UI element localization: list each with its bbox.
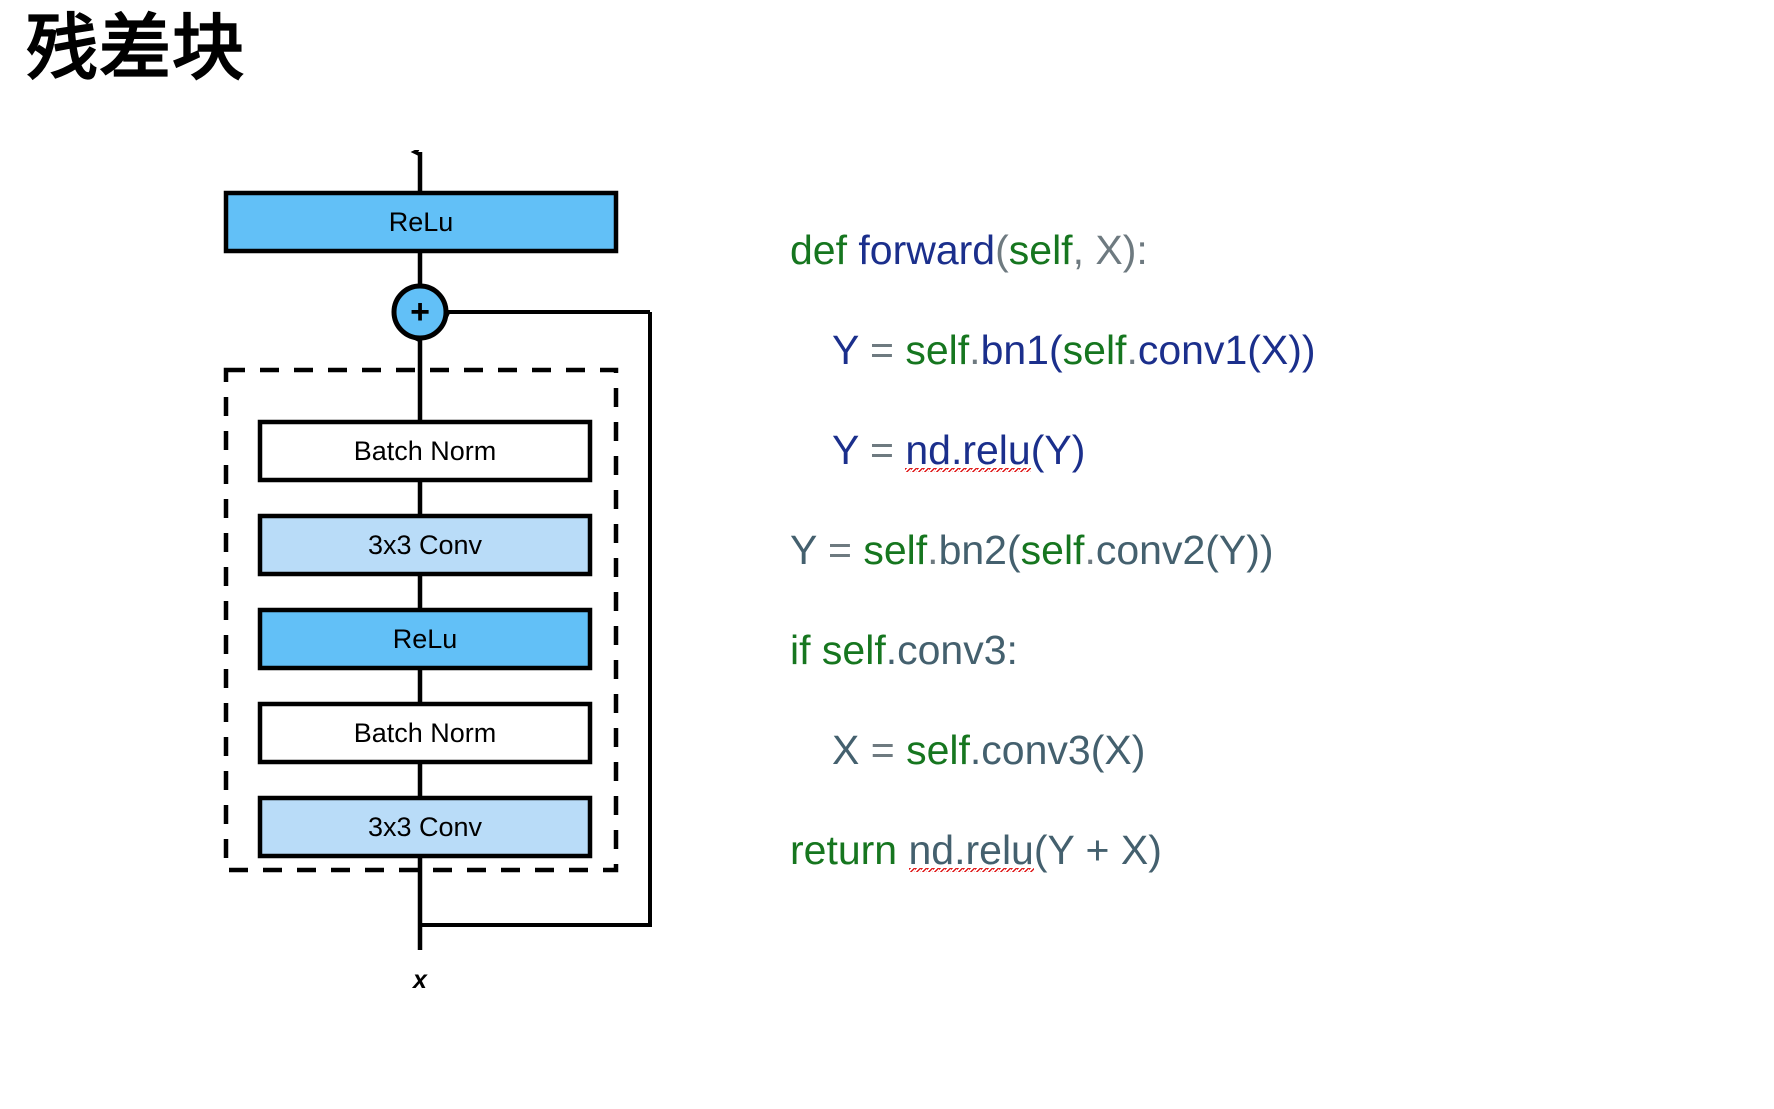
code-token-misspelled: nd.relu xyxy=(908,827,1034,876)
block-relu-mid-label: ReLu xyxy=(393,624,458,654)
code-token: . xyxy=(927,527,939,573)
code-token: self xyxy=(863,527,928,573)
input-label: x xyxy=(411,966,428,994)
code-token: self xyxy=(905,327,970,373)
block-conv-1-label: 3x3 Conv xyxy=(368,812,483,842)
code-token: self xyxy=(821,627,886,673)
code-token: .conv3(X) xyxy=(969,727,1146,773)
block-batchnorm-1-label: Batch Norm xyxy=(354,718,497,748)
code-token: conv2 xyxy=(1095,527,1206,573)
page-title: 残差块 xyxy=(26,9,246,89)
code-token: = xyxy=(858,327,906,373)
code-token: . xyxy=(969,327,981,373)
code-token: self xyxy=(1062,327,1127,373)
code-token: ): xyxy=(1122,227,1148,273)
code-token: = xyxy=(859,727,907,773)
block-relu-out-label: ReLu xyxy=(389,207,454,237)
code-token: self xyxy=(1020,527,1085,573)
forward-method-code: def forward(self, X): Y = self.bn1(self.c… xyxy=(790,200,1730,900)
code-token: bn2 xyxy=(938,527,1007,573)
code-token: . xyxy=(1126,327,1138,373)
code-token: .conv3: xyxy=(885,627,1018,673)
code-token: = xyxy=(858,427,906,473)
code-line: return nd.relu(Y + X) xyxy=(790,800,1730,900)
code-token: (Y)) xyxy=(1205,527,1274,573)
code-token: (Y) xyxy=(1030,427,1086,473)
residual-block-diagram: ReLu + Batch Norm 3x3 Conv ReLu Batch No… xyxy=(180,150,740,1010)
code-token: self xyxy=(906,727,970,773)
code-token: Y xyxy=(790,527,817,573)
code-token: X xyxy=(1095,227,1123,273)
code-line: if self.conv3: xyxy=(790,600,1730,700)
code-token: ( xyxy=(1006,527,1021,573)
code-line: Y = nd.relu(Y) xyxy=(790,400,1730,500)
code-token: ( xyxy=(995,227,1009,273)
code-token: (Y + X) xyxy=(1033,827,1162,873)
code-token: return xyxy=(790,827,909,873)
code-token: = xyxy=(816,527,864,573)
code-token: ( xyxy=(1048,327,1063,373)
code-token: , xyxy=(1072,227,1096,273)
code-line: Y = self.bn1(self.conv1(X)) xyxy=(790,300,1730,400)
code-token: . xyxy=(1084,527,1096,573)
code-token: bn1 xyxy=(980,327,1049,373)
code-line: X = self.conv3(X) xyxy=(790,700,1730,800)
code-token: X xyxy=(832,727,860,773)
code-token: def xyxy=(790,227,859,273)
add-node-label: + xyxy=(410,293,430,331)
code-token: Y xyxy=(832,327,859,373)
code-token: conv1 xyxy=(1137,327,1248,373)
block-batchnorm-2-label: Batch Norm xyxy=(354,436,497,466)
code-token: self xyxy=(1008,227,1073,273)
code-line: Y = self.bn2(self.conv2(Y)) xyxy=(790,500,1730,600)
code-token: Y xyxy=(832,427,859,473)
code-token-misspelled: nd.relu xyxy=(905,427,1031,476)
code-token: (X)) xyxy=(1247,327,1316,373)
code-token: forward xyxy=(858,227,996,273)
code-token: if xyxy=(790,627,822,673)
code-line: def forward(self, X): xyxy=(790,200,1730,300)
block-conv-2-label: 3x3 Conv xyxy=(368,530,483,560)
